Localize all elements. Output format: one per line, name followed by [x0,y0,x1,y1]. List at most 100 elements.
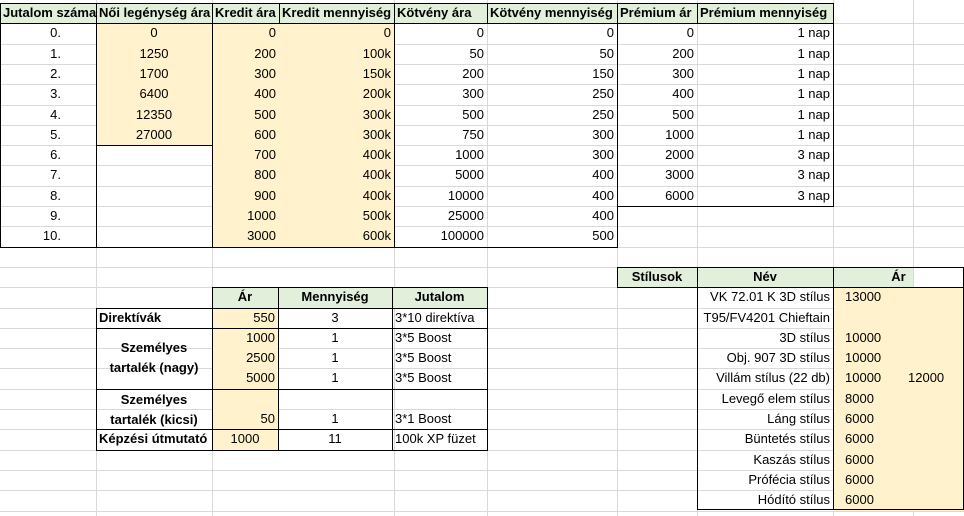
reward-header-0[interactable]: Jutalom száma [0,3,96,23]
reward-cell[interactable]: 1000 [617,125,697,145]
training-qty[interactable]: 11 [278,429,392,449]
reward-cell[interactable]: 500k [279,206,394,226]
spreadsheet[interactable]: Jutalom száma Női legénység ára Kredit ára… [0,0,964,516]
reward-cell[interactable]: 400 [487,206,617,226]
reward-cell[interactable]: 750 [394,125,487,145]
reward-cell[interactable]: 3 nap [697,186,833,206]
style-price[interactable]: 13000 [842,287,905,307]
small-reserve-label[interactable]: tartalék (kicsi) [96,410,212,430]
reward-cell[interactable]: 200 [394,64,487,84]
reward-cell[interactable]: 600k [279,226,394,246]
large-reserve-label[interactable]: Személyes [96,338,212,358]
style-price[interactable]: 6000 [842,409,905,429]
reward-cell[interactable]: 400 [212,84,279,104]
reward-cell[interactable]: 200 [212,44,279,64]
reward-cell[interactable]: 400 [617,84,697,104]
reward-cell[interactable]: 800 [212,165,279,185]
small-reserve-qty[interactable]: 1 [278,409,392,429]
reward-cell[interactable]: 2000 [617,145,697,165]
reward-cell[interactable]: 500 [487,226,617,246]
reward-cell[interactable]: 150 [487,64,617,84]
reward-cell[interactable]: 0 [96,23,212,43]
styles-header-name[interactable]: Név [697,267,833,287]
reward-cell[interactable]: 7. [0,165,64,185]
style-price[interactable]: 8000 [842,389,905,409]
reward-cell[interactable]: 200 [617,44,697,64]
reward-cell[interactable]: 3000 [617,165,697,185]
directives-reward[interactable]: 3*10 direktíva [392,308,487,328]
reward-cell[interactable]: 0 [279,23,394,43]
shop-header-price[interactable]: Ár [212,287,278,307]
reward-cell[interactable]: 50 [394,44,487,64]
style-name[interactable]: Büntetés stílus [697,429,833,449]
reward-cell[interactable]: 700 [212,145,279,165]
reward-cell[interactable]: 300 [487,125,617,145]
reward-cell[interactable]: 10000 [394,186,487,206]
reward-cell[interactable]: 1 nap [697,125,833,145]
directives-price[interactable]: 550 [212,308,278,328]
reward-cell[interactable]: 300k [279,105,394,125]
reward-header-6[interactable]: Prémium ár [617,3,697,23]
reward-cell[interactable]: 250 [487,105,617,125]
training-reward[interactable]: 100k XP füzet [392,429,487,449]
reward-cell[interactable]: 600 [212,125,279,145]
reward-cell[interactable]: 100k [279,44,394,64]
reward-cell[interactable]: 3000 [212,226,279,246]
large-reserve-reward[interactable]: 3*5 Boost [392,348,487,368]
reward-header-2[interactable]: Kredit ára [212,3,279,23]
reward-cell[interactable]: 300k [279,125,394,145]
reward-cell[interactable]: 6000 [617,186,697,206]
small-reserve-price[interactable]: 50 [212,409,278,429]
reward-cell[interactable]: 3 nap [697,145,833,165]
reward-cell[interactable]: 300 [617,64,697,84]
reward-cell[interactable]: 1700 [96,64,212,84]
reward-header-3[interactable]: Kredit mennyiség [279,3,394,23]
styles-header-price[interactable]: Ár [833,267,964,287]
reward-cell[interactable]: 1 nap [697,64,833,84]
reward-cell[interactable]: 1. [0,44,64,64]
reward-cell[interactable]: 300 [394,84,487,104]
style-name[interactable]: T95/FV4201 Chieftain [697,308,833,328]
large-reserve-reward[interactable]: 3*5 Boost [392,368,487,388]
reward-cell[interactable]: 150k [279,64,394,84]
reward-header-7[interactable]: Prémium mennyiség [697,3,833,23]
training-price[interactable]: 1000 [212,429,278,449]
reward-cell[interactable]: 5000 [394,165,487,185]
reward-cell[interactable]: 400k [279,186,394,206]
small-reserve-reward[interactable]: 3*1 Boost [392,409,487,429]
style-price[interactable]: 6000 [842,490,905,510]
reward-cell[interactable]: 500 [212,105,279,125]
reward-cell[interactable]: 6. [0,145,64,165]
styles-label[interactable]: Stílusok [617,267,697,287]
shop-header-reward[interactable]: Jutalom [392,287,487,307]
shop-header-qty[interactable]: Mennyiség [278,287,392,307]
reward-cell[interactable]: 5. [0,125,64,145]
reward-cell[interactable]: 500 [394,105,487,125]
reward-cell[interactable]: 2. [0,64,64,84]
reward-cell[interactable]: 400 [487,165,617,185]
reward-cell[interactable]: 0 [394,23,487,43]
reward-cell[interactable]: 0. [0,23,64,43]
reward-cell[interactable]: 250 [487,84,617,104]
style-price[interactable]: 6000 [842,429,905,449]
style-name[interactable]: Obj. 907 3D stílus [697,348,833,368]
reward-cell[interactable]: 6400 [96,84,212,104]
large-reserve-reward[interactable]: 3*5 Boost [392,328,487,348]
training-label[interactable]: Képzési útmutató [96,429,212,449]
reward-cell[interactable]: 0 [487,23,617,43]
reward-cell[interactable]: 900 [212,186,279,206]
style-name[interactable]: Prófécia stílus [697,470,833,490]
reward-cell[interactable]: 3. [0,84,64,104]
directives-qty[interactable]: 3 [278,308,392,328]
style-price[interactable]: 6000 [842,470,905,490]
style-price[interactable]: 10000 [842,328,905,348]
large-reserve-qty[interactable]: 1 [278,368,392,388]
reward-cell[interactable]: 8. [0,186,64,206]
reward-cell[interactable]: 3 nap [697,165,833,185]
reward-cell[interactable]: 1 nap [697,105,833,125]
reward-cell[interactable]: 400k [279,165,394,185]
reward-header-1[interactable]: Női legénység ára [96,3,212,23]
large-reserve-price[interactable]: 1000 [212,328,278,348]
style-price[interactable]: 10000 [842,368,905,388]
reward-cell[interactable]: 1000 [212,206,279,226]
